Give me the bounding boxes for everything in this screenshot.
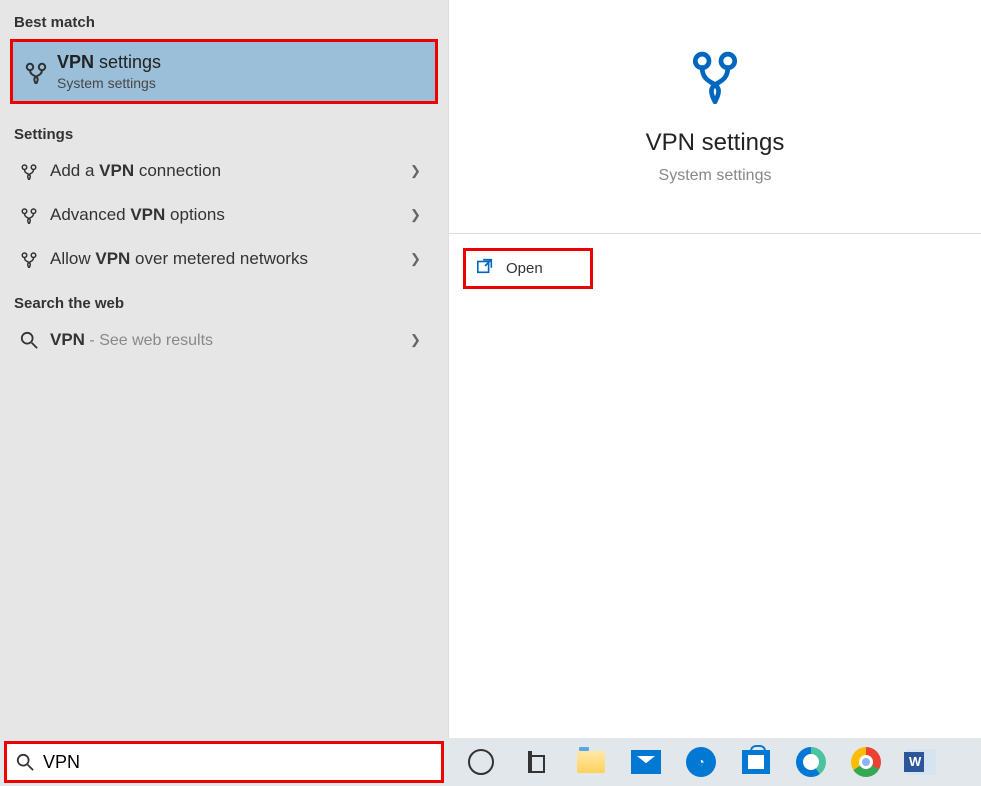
detail-title: VPN settings xyxy=(449,129,981,157)
detail-subtitle: System settings xyxy=(449,167,981,185)
taskbar-search[interactable] xyxy=(4,741,444,783)
vpn-icon xyxy=(685,48,745,109)
settings-item-label: Add a VPN connection xyxy=(44,161,410,181)
best-match-header: Best match xyxy=(0,0,448,37)
best-match-text: VPN settings System settings xyxy=(51,52,427,91)
vpn-icon xyxy=(14,206,44,224)
edge-icon[interactable] xyxy=(794,745,828,779)
web-result-label: VPN - See web results xyxy=(44,330,410,350)
results-column: Best match VPN settings System settings … xyxy=(0,0,448,738)
taskbar-icons: ◔ W xyxy=(464,745,938,779)
settings-item-allow-vpn-metered[interactable]: Allow VPN over metered networks ❯ xyxy=(0,237,448,281)
mail-icon[interactable] xyxy=(629,745,663,779)
file-explorer-icon[interactable] xyxy=(574,745,608,779)
search-panel: Best match VPN settings System settings … xyxy=(0,0,981,738)
web-result-vpn[interactable]: VPN - See web results ❯ xyxy=(0,318,448,362)
open-button[interactable]: Open xyxy=(463,248,593,289)
taskbar: ◔ W xyxy=(0,738,981,786)
settings-item-label: Advanced VPN options xyxy=(44,205,410,225)
best-match-title: VPN settings xyxy=(57,52,427,73)
settings-header: Settings xyxy=(0,112,448,149)
settings-item-label: Allow VPN over metered networks xyxy=(44,249,410,269)
search-icon xyxy=(7,753,43,771)
chevron-right-icon: ❯ xyxy=(410,163,434,179)
cortana-icon[interactable] xyxy=(464,745,498,779)
store-icon[interactable] xyxy=(739,745,773,779)
word-icon[interactable]: W xyxy=(904,745,938,779)
settings-item-advanced-vpn[interactable]: Advanced VPN options ❯ xyxy=(0,193,448,237)
task-view-icon[interactable] xyxy=(519,745,553,779)
settings-item-add-vpn[interactable]: Add a VPN connection ❯ xyxy=(0,149,448,193)
vpn-icon xyxy=(14,250,44,268)
search-input[interactable] xyxy=(43,750,441,775)
chevron-right-icon: ❯ xyxy=(410,251,434,267)
open-icon xyxy=(476,257,494,280)
search-icon xyxy=(14,331,44,349)
best-match-vpn-settings[interactable]: VPN settings System settings xyxy=(10,39,438,104)
detail-column: VPN settings System settings Open xyxy=(448,0,981,738)
vpn-icon xyxy=(21,60,51,84)
vpn-icon xyxy=(14,162,44,180)
web-header: Search the web xyxy=(0,281,448,318)
open-label: Open xyxy=(506,260,543,277)
dell-icon[interactable]: ◔ xyxy=(684,745,718,779)
chevron-right-icon: ❯ xyxy=(410,207,434,223)
chevron-right-icon: ❯ xyxy=(410,332,434,348)
detail-header: VPN settings System settings xyxy=(449,0,981,234)
chrome-icon[interactable] xyxy=(849,745,883,779)
best-match-subtitle: System settings xyxy=(57,75,427,91)
